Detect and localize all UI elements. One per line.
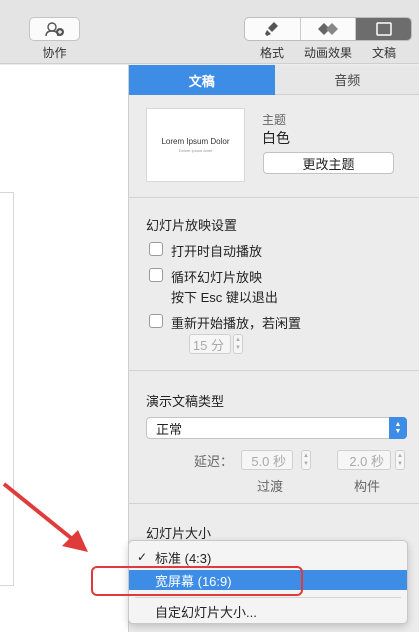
esc-hint-label: 按下 Esc 键以退出: [171, 290, 278, 305]
presentation-type-title: 演示文稿类型: [146, 394, 225, 409]
animate-diamond-icon: [318, 23, 338, 35]
animate-label: 动画效果: [303, 46, 352, 60]
presentation-type-popup[interactable]: 正常 ▲ ▼: [146, 417, 407, 439]
idle-minutes-field[interactable]: 15 分: [189, 334, 231, 354]
annotation-arrow: [2, 482, 88, 552]
checkmark-icon: ✓: [137, 550, 148, 564]
menu-item-custom-size[interactable]: 自定幻灯片大小...: [129, 601, 407, 621]
format-button[interactable]: [245, 18, 301, 40]
menu-separator: [135, 597, 401, 598]
change-theme-button[interactable]: 更改主题: [263, 152, 394, 174]
divider: [129, 370, 419, 371]
delay-label: 延迟：: [194, 454, 234, 469]
inspector-tabs: 文稿 音频: [129, 65, 419, 95]
paintbrush-icon: [265, 22, 279, 36]
menu-item-standard-label: 标准 (4:3): [155, 550, 212, 566]
tab-document[interactable]: 文稿: [129, 65, 275, 95]
build-delay-stepper[interactable]: ▲ ▼: [395, 450, 405, 470]
collaborate-button[interactable]: [29, 17, 80, 41]
collaborate-icon: [44, 22, 64, 37]
collaborate-label: 协作: [42, 46, 67, 60]
idle-minutes-stepper[interactable]: ▲ ▼: [233, 334, 243, 354]
annotation-highlight-box: [91, 566, 303, 596]
loop-label: 循环幻灯片放映: [171, 270, 263, 285]
slideshow-section-title: 幻灯片放映设置: [146, 218, 238, 233]
format-label: 格式: [259, 46, 284, 60]
menu-item-custom-size-label: 自定幻灯片大小...: [155, 604, 257, 620]
autoplay-checkbox[interactable]: [149, 242, 163, 256]
theme-section-label: 主题: [262, 113, 287, 127]
restart-idle-label: 重新开始播放，若闲置: [171, 316, 302, 331]
document-icon: [375, 22, 392, 36]
autoplay-label: 打开时自动播放: [171, 244, 263, 259]
document-label: 文稿: [371, 46, 396, 60]
build-label: 构件: [354, 479, 381, 494]
toolbar: 协作 格式 动画效果 文稿: [0, 0, 419, 64]
document-button[interactable]: [356, 18, 411, 40]
theme-name: 白色: [262, 130, 290, 146]
menu-item-standard[interactable]: ✓ 标准 (4:3): [129, 547, 407, 567]
loop-checkbox[interactable]: [149, 268, 163, 282]
theme-thumb-title: Lorem Ipsum Dolor: [161, 137, 230, 146]
popup-arrows-icon: ▲ ▼: [389, 417, 407, 439]
divider: [129, 197, 419, 198]
presentation-type-value: 正常: [156, 421, 183, 437]
transition-delay-field[interactable]: 5.0 秒: [241, 450, 293, 470]
theme-thumbnail[interactable]: Lorem Ipsum Dolor Dolore ipsum amet: [146, 108, 245, 182]
tab-audio[interactable]: 音频: [274, 65, 419, 95]
divider: [129, 503, 419, 504]
transition-delay-stepper[interactable]: ▲ ▼: [301, 450, 311, 470]
transition-label: 过渡: [257, 479, 284, 494]
inspector-segmented-control: [244, 17, 412, 41]
theme-thumb-subtitle: Dolore ipsum amet: [178, 148, 213, 153]
build-delay-field[interactable]: 2.0 秒: [337, 450, 391, 470]
animate-button[interactable]: [301, 18, 357, 40]
restart-idle-checkbox[interactable]: [149, 314, 163, 328]
